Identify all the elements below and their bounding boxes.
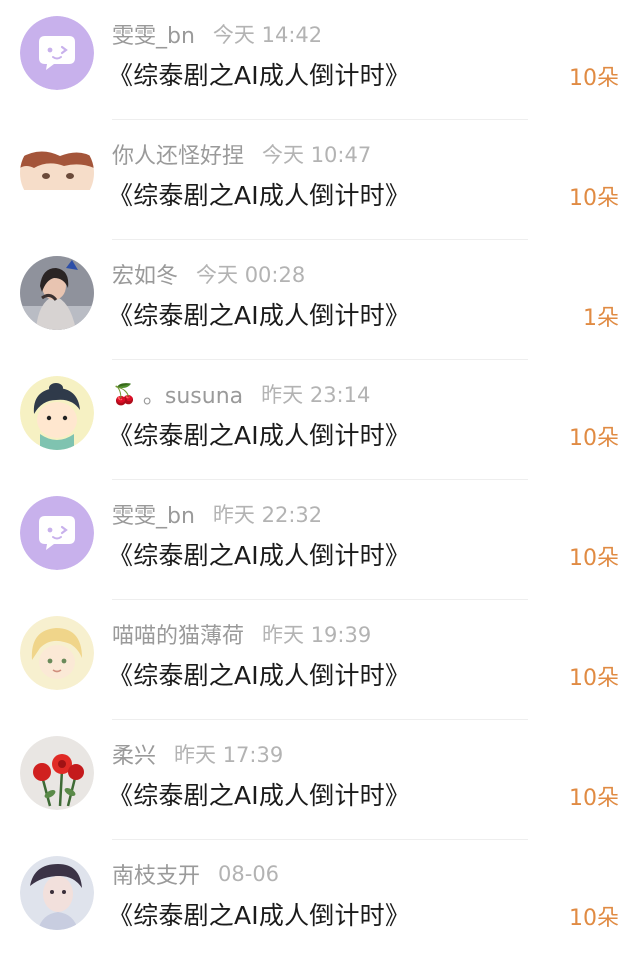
item-meta: 柔兴 昨天 17:39 xyxy=(112,738,283,770)
user-name[interactable]: 南枝支开 xyxy=(112,858,200,890)
timestamp: 今天 14:42 xyxy=(212,23,323,47)
book-title[interactable]: 《综泰剧之AI成人倒计时》 xyxy=(108,296,410,332)
user-name[interactable]: 雯雯_bn xyxy=(112,18,195,50)
user-name[interactable]: 雯雯_bn xyxy=(112,498,195,530)
user-name[interactable]: 柔兴 xyxy=(112,738,156,770)
cherry-icon: 🍒 xyxy=(112,382,137,406)
purple-chat-bubble-avatar[interactable] xyxy=(20,496,94,570)
book-title[interactable]: 《综泰剧之AI成人倒计时》 xyxy=(108,656,410,692)
item-meta: 你人还怪好捏 今天 10:47 xyxy=(112,138,371,170)
user-name[interactable]: 宏如冬 xyxy=(112,258,178,290)
flower-count: 10朵 xyxy=(569,786,619,811)
list-item[interactable]: 你人还怪好捏 今天 10:47 《综泰剧之AI成人倒计时》 10朵 xyxy=(0,120,640,240)
timestamp: 08-06 xyxy=(218,862,280,886)
item-meta: 雯雯_bn 今天 14:42 xyxy=(112,18,322,50)
timestamp: 昨天 19:39 xyxy=(262,623,372,647)
item-meta: 宏如冬 今天 00:28 xyxy=(112,258,305,290)
book-title[interactable]: 《综泰剧之AI成人倒计时》 xyxy=(108,416,410,452)
flower-count: 10朵 xyxy=(569,66,619,91)
flower-count: 1朵 xyxy=(583,306,619,331)
timestamp: 昨天 17:39 xyxy=(174,743,284,767)
item-meta: 🍒 。susuna 昨天 23:14 xyxy=(112,378,370,410)
list-item[interactable]: 南枝支开 08-06 《综泰剧之AI成人倒计时》 10朵 xyxy=(0,840,640,960)
book-title[interactable]: 《综泰剧之AI成人倒计时》 xyxy=(108,776,410,812)
flower-count: 10朵 xyxy=(569,186,619,211)
red-roses-avatar[interactable] xyxy=(20,736,94,810)
portrait-man-avatar[interactable] xyxy=(20,856,94,930)
item-meta: 喵喵的猫薄荷 昨天 19:39 xyxy=(112,618,371,650)
book-title[interactable]: 《综泰剧之AI成人倒计时》 xyxy=(108,56,410,92)
book-title[interactable]: 《综泰剧之AI成人倒计时》 xyxy=(108,176,410,212)
list-item[interactable]: 柔兴 昨天 17:39 《综泰剧之AI成人倒计时》 10朵 xyxy=(0,720,640,840)
list-item[interactable]: 雯雯_bn 今天 14:42 《综泰剧之AI成人倒计时》 10朵 xyxy=(0,0,640,120)
list-item[interactable]: 🍒 。susuna 昨天 23:14 《综泰剧之AI成人倒计时》 10朵 xyxy=(0,360,640,480)
user-name[interactable]: 。susuna xyxy=(143,378,243,410)
flower-count: 10朵 xyxy=(569,906,619,931)
user-name[interactable]: 喵喵的猫薄荷 xyxy=(112,618,244,650)
list-item[interactable]: 喵喵的猫薄荷 昨天 19:39 《综泰剧之AI成人倒计时》 10朵 xyxy=(0,600,640,720)
book-title[interactable]: 《综泰剧之AI成人倒计时》 xyxy=(108,536,410,572)
anime-boy-avatar[interactable] xyxy=(20,136,94,210)
list-item[interactable]: 雯雯_bn 昨天 22:32 《综泰剧之AI成人倒计时》 10朵 xyxy=(0,480,640,600)
timestamp: 昨天 23:14 xyxy=(261,383,371,407)
flower-count: 10朵 xyxy=(569,666,619,691)
timestamp: 今天 10:47 xyxy=(262,143,372,167)
girl-photo-avatar[interactable] xyxy=(20,256,94,330)
user-name[interactable]: 你人还怪好捏 xyxy=(112,138,244,170)
flower-count: 10朵 xyxy=(569,426,619,451)
cartoon-kid-avatar[interactable] xyxy=(20,376,94,450)
timestamp: 今天 00:28 xyxy=(196,263,306,287)
anime-blond-avatar[interactable] xyxy=(20,616,94,690)
flower-count: 10朵 xyxy=(569,546,619,571)
book-title[interactable]: 《综泰剧之AI成人倒计时》 xyxy=(108,896,410,932)
item-meta: 雯雯_bn 昨天 22:32 xyxy=(112,498,322,530)
timestamp: 昨天 22:32 xyxy=(212,503,323,527)
item-meta: 南枝支开 08-06 xyxy=(112,858,279,890)
gift-record-list: 雯雯_bn 今天 14:42 《综泰剧之AI成人倒计时》 10朵 你人还怪好捏 … xyxy=(0,0,640,960)
purple-chat-bubble-avatar[interactable] xyxy=(20,16,94,90)
list-item[interactable]: 宏如冬 今天 00:28 《综泰剧之AI成人倒计时》 1朵 xyxy=(0,240,640,360)
